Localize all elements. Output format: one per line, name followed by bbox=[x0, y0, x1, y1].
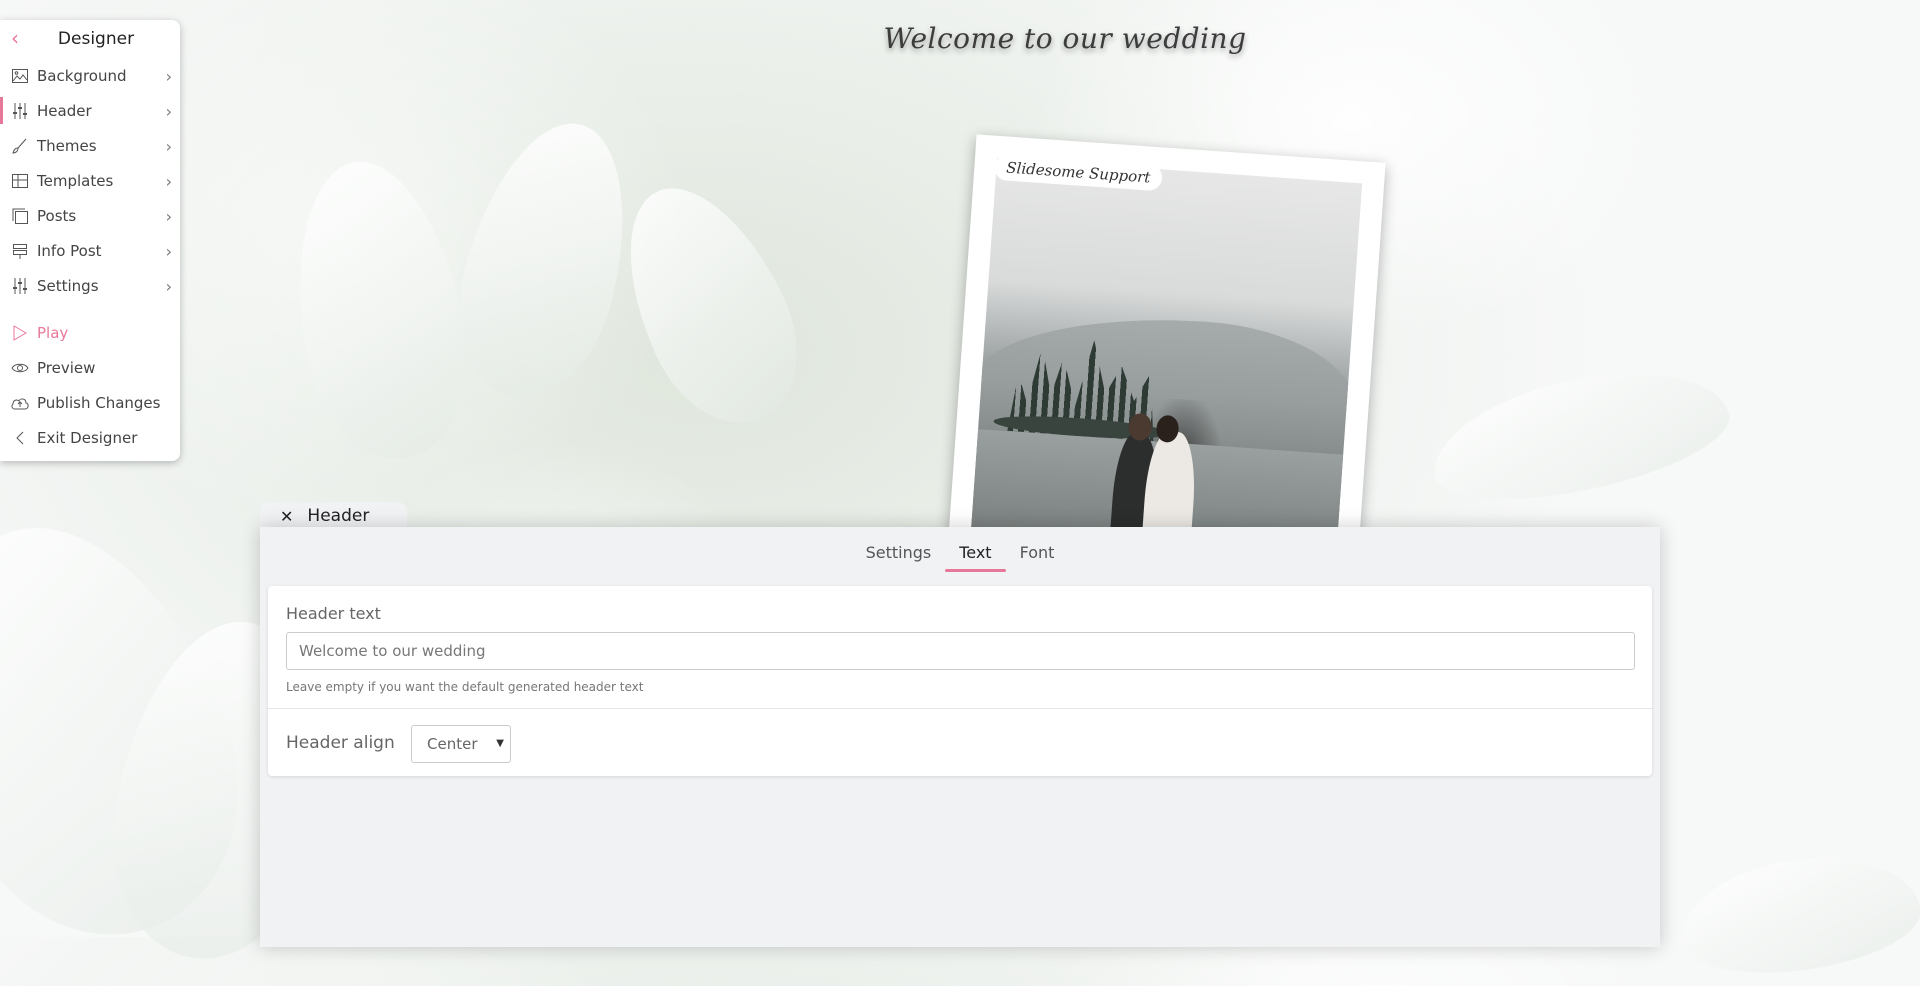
grid-icon bbox=[11, 172, 29, 190]
header-text-help: Leave empty if you want the default gene… bbox=[286, 680, 644, 694]
sidebar-item-settings[interactable]: Settings › bbox=[0, 268, 180, 303]
sliders-icon bbox=[11, 277, 29, 295]
chevron-right-icon: › bbox=[165, 67, 172, 86]
close-icon[interactable]: ✕ bbox=[280, 507, 293, 526]
sliders-icon bbox=[11, 102, 29, 120]
tab-font[interactable]: Font bbox=[1006, 543, 1069, 568]
divider bbox=[268, 708, 1652, 709]
sidebar-item-label: Templates bbox=[37, 171, 114, 190]
chevron-right-icon: › bbox=[165, 102, 172, 121]
sidebar-item-label: Header bbox=[37, 101, 92, 120]
brush-icon bbox=[11, 137, 29, 155]
background-petal bbox=[1673, 843, 1920, 986]
sidebar-item-themes[interactable]: Themes › bbox=[0, 128, 180, 163]
cloud-upload-icon bbox=[11, 394, 29, 412]
chevron-right-icon: › bbox=[165, 172, 172, 191]
panel-tabs: Settings Text Font bbox=[260, 543, 1660, 572]
panel-title: Header bbox=[307, 506, 370, 526]
sidebar-item-background[interactable]: Background › bbox=[0, 58, 180, 93]
sidebar-item-templates[interactable]: Templates › bbox=[0, 163, 180, 198]
background-petal bbox=[593, 162, 827, 448]
sidebar-action-label: Play bbox=[37, 323, 69, 342]
sidebar-item-label: Posts bbox=[37, 206, 77, 225]
background-petal bbox=[275, 148, 485, 472]
header-align-value: Center bbox=[427, 735, 478, 753]
play-icon bbox=[11, 324, 29, 342]
sidebar-item-info-post[interactable]: Info Post › bbox=[0, 233, 180, 268]
chevron-right-icon: › bbox=[165, 242, 172, 261]
tab-settings[interactable]: Settings bbox=[852, 543, 946, 568]
sidebar-item-label: Settings bbox=[37, 276, 99, 295]
header-align-label: Header align bbox=[286, 733, 395, 753]
sidebar-title: Designer bbox=[57, 29, 135, 49]
sidebar-action-preview[interactable]: Preview bbox=[0, 350, 180, 385]
chevron-right-icon: › bbox=[165, 207, 172, 226]
sidebar-action-label: Exit Designer bbox=[37, 428, 138, 447]
sidebar-item-header[interactable]: Header › bbox=[0, 93, 180, 128]
signpost-icon bbox=[11, 242, 29, 260]
header-text-label: Header text bbox=[286, 604, 381, 623]
background-petal bbox=[436, 105, 654, 415]
header-text-card: Header text Welcome to our wedding Leave… bbox=[268, 586, 1652, 776]
sidebar-action-publish[interactable]: Publish Changes bbox=[0, 385, 180, 420]
header-editor-panel: Settings Text Font Header text Welcome t… bbox=[260, 527, 1660, 947]
chevron-left-icon bbox=[11, 429, 29, 447]
stack-icon bbox=[11, 207, 29, 225]
sidebar-item-label: Themes bbox=[37, 136, 97, 155]
background-petal bbox=[1421, 350, 1739, 520]
back-icon[interactable]: ‹ bbox=[11, 28, 19, 48]
sidebar-item-label: Background bbox=[37, 66, 127, 85]
sidebar-item-posts[interactable]: Posts › bbox=[0, 198, 180, 233]
chevron-right-icon: › bbox=[165, 137, 172, 156]
sidebar-action-label: Preview bbox=[37, 358, 96, 377]
sidebar-header: ‹ Designer bbox=[0, 20, 180, 58]
header-align-select[interactable]: Center ▼ bbox=[411, 725, 511, 763]
page-title: Welcome to our wedding bbox=[883, 22, 1247, 55]
panel-tab: ✕ Header bbox=[260, 502, 407, 530]
image-icon bbox=[11, 67, 29, 85]
sidebar-action-exit[interactable]: Exit Designer bbox=[0, 420, 180, 455]
sidebar-action-label: Publish Changes bbox=[37, 393, 161, 412]
eye-icon bbox=[11, 359, 29, 377]
designer-sidebar: ‹ Designer Background › Header › Themes … bbox=[0, 20, 180, 461]
chevron-right-icon: › bbox=[165, 277, 172, 296]
header-text-input[interactable]: Welcome to our wedding bbox=[286, 632, 1635, 670]
sidebar-item-label: Info Post bbox=[37, 241, 102, 260]
sidebar-action-play[interactable]: Play bbox=[0, 315, 180, 350]
dropdown-arrow-icon: ▼ bbox=[496, 738, 504, 749]
tab-text[interactable]: Text bbox=[945, 543, 1006, 572]
